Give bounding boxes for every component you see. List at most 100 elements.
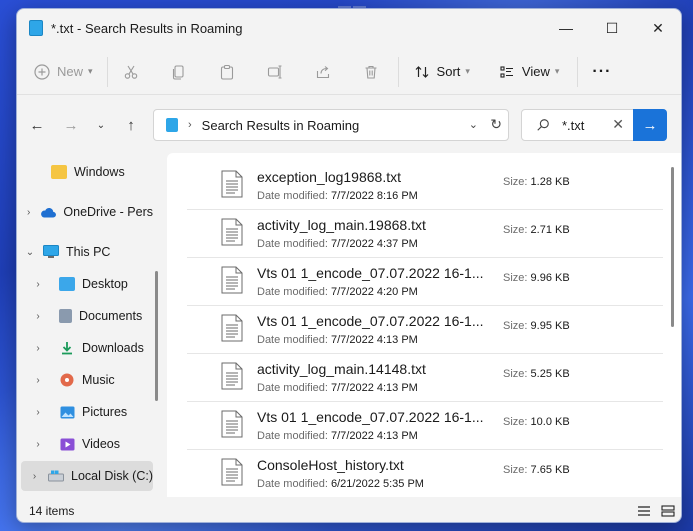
file-row[interactable]: exception_log19868.txt Date modified: 7/… — [187, 163, 663, 210]
desktop-icon — [59, 277, 75, 291]
search-go-button[interactable]: → — [633, 109, 667, 141]
size-value: 7.65 KB — [530, 464, 570, 476]
size-label: Size: — [503, 416, 528, 428]
nav-item-local-disk[interactable]: › Local Disk (C:) — [21, 461, 153, 491]
navigation-pane: Windows › OneDrive - Pers ⌄ This PC › De… — [17, 153, 161, 497]
paste-icon — [218, 63, 236, 81]
search-box[interactable]: *.txt ✕ → — [521, 109, 667, 141]
folder-icon — [51, 165, 67, 179]
file-row[interactable]: Vts 01 1_encode_07.07.2022 16-1... Date … — [187, 259, 663, 306]
nav-item-this-pc[interactable]: ⌄ This PC — [17, 237, 153, 267]
nav-label: Downloads — [82, 341, 144, 355]
chevron-right-icon[interactable]: › — [17, 439, 59, 450]
nav-item-downloads[interactable]: › Downloads — [17, 333, 153, 363]
maximize-button[interactable]: ☐ — [589, 9, 635, 47]
chevron-down-icon: ▾ — [88, 66, 93, 76]
share-button[interactable] — [306, 56, 340, 88]
recent-locations-button[interactable]: ⌄ — [89, 113, 113, 137]
copy-icon — [170, 63, 188, 81]
file-list-scrollbar[interactable] — [671, 167, 674, 327]
more-options-button[interactable]: ··· — [584, 56, 619, 88]
cut-button[interactable] — [114, 56, 148, 88]
nav-item-music[interactable]: › Music — [17, 365, 153, 395]
date-modified: Date modified: 7/7/2022 4:37 PM — [257, 238, 418, 250]
nav-label: OneDrive - Pers — [63, 205, 153, 219]
file-row[interactable]: Vts 01 1_encode_07.07.2022 16-1... Date … — [187, 403, 663, 450]
date-modified: Date modified: 7/7/2022 4:13 PM — [257, 334, 418, 346]
up-button[interactable]: ↑ — [119, 113, 143, 137]
chevron-down-icon[interactable]: ⌄ — [17, 247, 43, 258]
new-button[interactable]: New ▾ — [25, 56, 101, 88]
nav-scrollbar[interactable] — [155, 271, 158, 401]
folder-search-icon — [29, 20, 43, 36]
nav-item-documents[interactable]: › Documents — [17, 301, 153, 331]
date-label: Date modified: — [257, 190, 328, 202]
file-name: Vts 01 1_encode_07.07.2022 16-1... — [257, 409, 484, 425]
search-input[interactable]: *.txt — [562, 118, 584, 133]
chevron-right-icon[interactable]: › — [17, 207, 40, 218]
size-value: 1.28 KB — [530, 176, 570, 188]
address-dropdown-icon[interactable]: ⌄ — [469, 118, 478, 131]
text-file-icon — [221, 170, 243, 198]
address-bar[interactable]: › Search Results in Roaming ⌄ ↻ — [153, 109, 509, 141]
divider — [397, 56, 399, 87]
paste-button[interactable] — [210, 56, 244, 88]
minimize-icon: — — [559, 20, 573, 36]
date-label: Date modified: — [257, 238, 328, 250]
file-row[interactable]: activity_log_main.19868.txt Date modifie… — [187, 211, 663, 258]
forward-button[interactable]: → — [59, 113, 83, 137]
date-value: 7/7/2022 4:13 PM — [331, 430, 418, 442]
chevron-down-icon: ⌄ — [96, 119, 106, 131]
chevron-right-icon[interactable]: › — [17, 311, 59, 322]
pictures-icon — [59, 405, 75, 419]
maximize-icon: ☐ — [605, 19, 619, 36]
sort-label: Sort — [436, 64, 461, 79]
sort-button[interactable]: Sort ▾ — [405, 56, 478, 88]
back-button[interactable]: ← — [25, 113, 49, 137]
disk-icon — [48, 469, 65, 483]
nav-item-desktop[interactable]: › Desktop — [17, 269, 153, 299]
file-row[interactable]: Vts 01 1_encode_07.07.2022 16-1... Date … — [187, 307, 663, 354]
divider — [577, 56, 579, 87]
chevron-down-icon: ▾ — [465, 66, 470, 76]
tiles-view-icon — [661, 505, 675, 517]
address-path: Search Results in Roaming — [201, 117, 360, 133]
size-value: 5.25 KB — [530, 368, 570, 380]
text-file-icon — [221, 362, 243, 390]
nav-label: Windows — [74, 165, 125, 179]
clear-search-icon[interactable]: ✕ — [612, 116, 624, 133]
date-value: 7/7/2022 4:20 PM — [331, 286, 418, 298]
new-label: New — [57, 64, 84, 79]
details-view-icon — [638, 506, 650, 516]
view-button[interactable]: View ▾ — [490, 56, 567, 88]
size-label: Size: — [503, 176, 528, 188]
nav-item-onedrive[interactable]: › OneDrive - Pers — [17, 197, 153, 227]
file-row[interactable]: activity_log_main.14148.txt Date modifie… — [187, 355, 663, 402]
tiles-view-button[interactable] — [659, 503, 677, 519]
file-row[interactable]: ConsoleHost_history.txt Date modified: 6… — [187, 451, 663, 497]
chevron-right-icon[interactable]: › — [17, 279, 59, 290]
delete-button[interactable] — [354, 56, 388, 88]
chevron-right-icon[interactable]: › — [17, 375, 59, 386]
chevron-right-icon[interactable]: › — [17, 343, 59, 354]
copy-button[interactable] — [162, 56, 196, 88]
details-view-button[interactable] — [635, 503, 653, 519]
explorer-window: *.txt - Search Results in Roaming — ☐ ✕ … — [16, 8, 682, 523]
nav-label: Pictures — [82, 405, 128, 419]
nav-item-pictures[interactable]: › Pictures — [17, 397, 153, 427]
close-button[interactable]: ✕ — [635, 9, 681, 47]
refresh-icon[interactable]: ↻ — [490, 116, 502, 133]
rename-button[interactable] — [258, 56, 292, 88]
command-bar: New ▾ Sort ▾ View ▾ ··· — [17, 49, 681, 95]
share-icon — [314, 63, 332, 81]
file-name: activity_log_main.19868.txt — [257, 217, 426, 233]
chevron-right-icon[interactable]: › — [17, 407, 59, 418]
nav-label: Desktop — [82, 277, 128, 291]
nav-item-windows[interactable]: Windows — [17, 157, 153, 187]
minimize-button[interactable]: — — [543, 9, 589, 47]
date-modified: Date modified: 6/21/2022 5:35 PM — [257, 478, 424, 490]
chevron-right-icon[interactable]: › — [21, 471, 48, 482]
documents-icon — [59, 309, 72, 323]
nav-item-videos[interactable]: › Videos — [17, 429, 153, 459]
date-value: 7/7/2022 4:13 PM — [331, 382, 418, 394]
